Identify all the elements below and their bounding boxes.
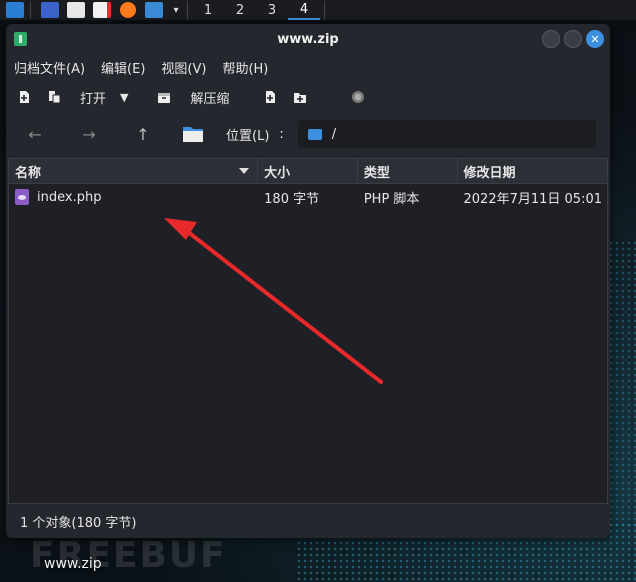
forward-arrow-icon[interactable]: → xyxy=(74,125,104,144)
file-list-header: 名称 大小 类型 修改日期 xyxy=(9,159,607,184)
extract-label: 解压缩 xyxy=(190,91,230,107)
folder-icon xyxy=(307,128,322,140)
text-editor-icon[interactable] xyxy=(91,1,113,19)
desktop-show-icon[interactable] xyxy=(39,1,61,19)
menubar: 归档文件(A) 编辑(E) 视图(V) 帮助(H) xyxy=(6,54,610,80)
desktop-file-label[interactable]: www.zip xyxy=(44,556,102,572)
location-label: 位置(L) xyxy=(226,128,270,144)
close-button[interactable]: ✕ xyxy=(586,30,604,48)
extract-icon xyxy=(156,89,172,105)
file-name: index.php xyxy=(37,189,102,205)
open-label: 打开 xyxy=(80,91,107,107)
open-file-icon xyxy=(46,89,62,105)
minimize-button[interactable] xyxy=(542,30,560,48)
workspace-3[interactable]: 3 xyxy=(256,0,288,20)
back-arrow-icon[interactable]: ← xyxy=(20,125,50,144)
file-name-cell: index.php xyxy=(9,184,258,210)
column-type[interactable]: 类型 xyxy=(358,159,458,183)
column-modified[interactable]: 修改日期 xyxy=(458,159,608,183)
up-arrow-icon[interactable]: ↑ xyxy=(128,125,158,144)
location-path: / xyxy=(331,126,337,142)
window-controls: ✕ xyxy=(542,30,604,48)
location-input[interactable]: / xyxy=(297,120,596,148)
add-file-icon xyxy=(262,89,278,105)
chevron-down-icon: ▼ xyxy=(120,90,129,104)
file-modified: 2022年7月11日 05:01 xyxy=(463,191,603,207)
new-file-icon xyxy=(16,89,32,105)
column-type-label: 类型 xyxy=(363,165,390,181)
taskbar: ▾ 1 2 3 4 xyxy=(0,0,636,20)
file-list: 名称 大小 类型 修改日期 index.php 180 字节 PHP 脚本 20… xyxy=(8,158,608,504)
toolbar: 打开 ▼ 解压缩 xyxy=(6,80,610,114)
taskbar-separator xyxy=(324,1,325,19)
stop-icon xyxy=(350,89,366,105)
file-size: 180 字节 xyxy=(264,191,320,207)
desktop-pattern-side xyxy=(608,240,636,530)
add-folder-icon xyxy=(292,89,308,105)
menu-archive[interactable]: 归档文件(A) xyxy=(14,58,85,77)
taskbar-separator xyxy=(187,1,188,19)
workspace-4[interactable]: 4 xyxy=(288,0,320,20)
location-bar: ← → ↑ 位置(L) : / xyxy=(6,114,610,154)
taskbar-separator xyxy=(30,1,31,19)
workspace-2[interactable]: 2 xyxy=(224,0,256,20)
add-file-button[interactable] xyxy=(262,89,278,105)
workspace-1[interactable]: 1 xyxy=(192,0,224,20)
column-modified-label: 修改日期 xyxy=(463,165,516,181)
terminal-icon[interactable] xyxy=(143,1,165,19)
column-size-label: 大小 xyxy=(264,165,291,181)
home-folder-icon[interactable] xyxy=(182,125,204,143)
open-button[interactable]: 打开 xyxy=(46,88,106,107)
open-dropdown-button[interactable]: ▼ xyxy=(120,91,128,104)
chevron-down-icon[interactable]: ▾ xyxy=(169,1,183,19)
table-row[interactable]: index.php 180 字节 PHP 脚本 2022年7月11日 05:01 xyxy=(9,184,607,210)
menu-help[interactable]: 帮助(H) xyxy=(222,58,268,77)
php-file-icon xyxy=(15,189,29,205)
file-manager-icon[interactable] xyxy=(65,1,87,19)
column-size[interactable]: 大小 xyxy=(258,159,358,183)
status-bar: 1 个对象(180 字节) xyxy=(20,516,137,531)
file-type: PHP 脚本 xyxy=(363,191,420,207)
stop-button[interactable] xyxy=(350,89,366,105)
start-menu-icon[interactable] xyxy=(4,1,26,19)
add-folder-button[interactable] xyxy=(292,89,308,105)
column-name-label: 名称 xyxy=(15,165,42,181)
new-archive-button[interactable] xyxy=(16,89,32,105)
extract-button[interactable]: 解压缩 xyxy=(156,88,230,107)
sort-descending-icon xyxy=(239,168,250,174)
column-name[interactable]: 名称 xyxy=(9,159,259,183)
window-title: www.zip xyxy=(277,31,339,47)
titlebar[interactable]: www.zip ✕ xyxy=(6,24,610,54)
menu-view[interactable]: 视图(V) xyxy=(161,58,206,77)
maximize-button[interactable] xyxy=(564,30,582,48)
firefox-icon[interactable] xyxy=(117,1,139,19)
location-colon: : xyxy=(279,126,284,142)
menu-edit[interactable]: 编辑(E) xyxy=(101,58,145,77)
archive-manager-window: www.zip ✕ 归档文件(A) 编辑(E) 视图(V) 帮助(H) 打开 ▼ xyxy=(6,24,610,538)
